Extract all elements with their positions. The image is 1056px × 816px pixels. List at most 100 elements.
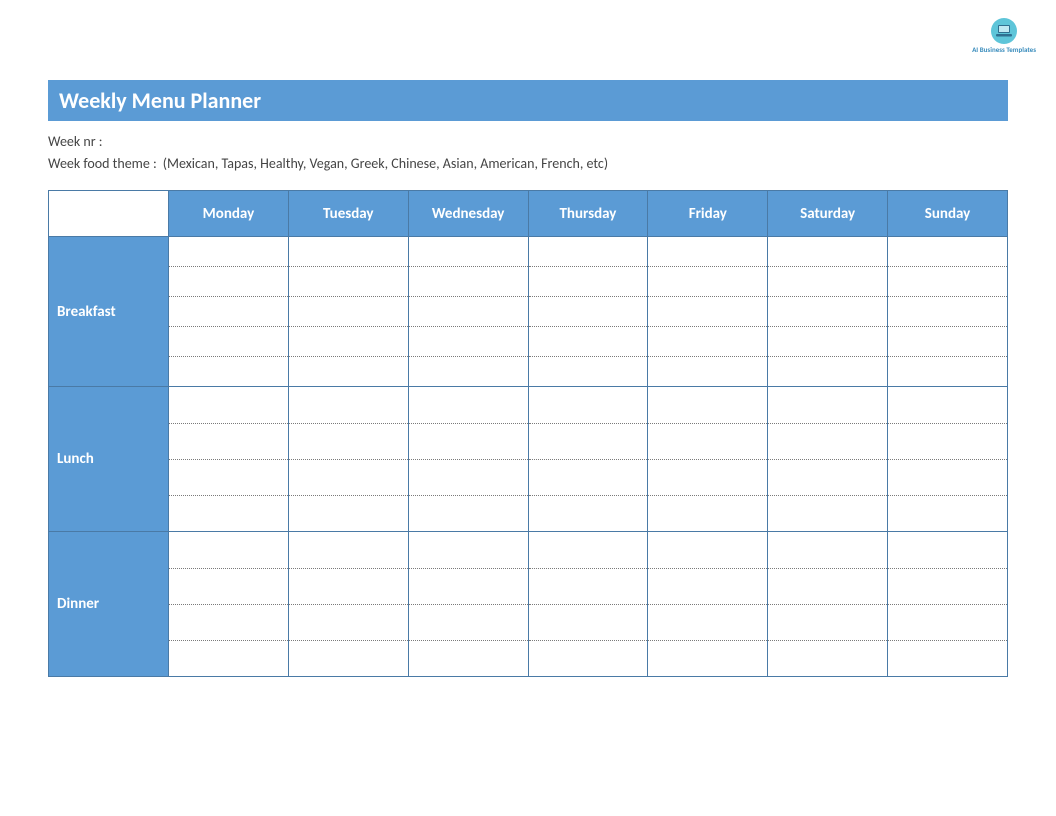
- cell-line[interactable]: [409, 532, 528, 568]
- cell-line[interactable]: [888, 424, 1007, 460]
- cell-line[interactable]: [409, 297, 528, 327]
- cell-line[interactable]: [888, 532, 1007, 568]
- cell-line[interactable]: [529, 569, 648, 605]
- cell-line[interactable]: [888, 357, 1007, 386]
- cell-line[interactable]: [888, 569, 1007, 605]
- cell-line[interactable]: [169, 424, 288, 460]
- cell-line[interactable]: [768, 327, 887, 357]
- cell-lunch-sunday[interactable]: [888, 387, 1008, 532]
- cell-line[interactable]: [768, 569, 887, 605]
- cell-dinner-tuesday[interactable]: [288, 532, 408, 677]
- cell-line[interactable]: [888, 297, 1007, 327]
- cell-line[interactable]: [768, 387, 887, 423]
- cell-line[interactable]: [648, 532, 767, 568]
- cell-line[interactable]: [648, 641, 767, 676]
- cell-line[interactable]: [289, 605, 408, 641]
- cell-dinner-saturday[interactable]: [768, 532, 888, 677]
- cell-line[interactable]: [648, 267, 767, 297]
- cell-line[interactable]: [289, 387, 408, 423]
- cell-line[interactable]: [289, 532, 408, 568]
- cell-line[interactable]: [768, 460, 887, 496]
- cell-line[interactable]: [888, 641, 1007, 676]
- cell-line[interactable]: [648, 297, 767, 327]
- cell-line[interactable]: [289, 297, 408, 327]
- cell-line[interactable]: [648, 496, 767, 531]
- cell-line[interactable]: [409, 357, 528, 386]
- cell-line[interactable]: [768, 424, 887, 460]
- cell-lunch-thursday[interactable]: [528, 387, 648, 532]
- cell-line[interactable]: [648, 237, 767, 267]
- cell-dinner-monday[interactable]: [169, 532, 289, 677]
- cell-line[interactable]: [289, 460, 408, 496]
- cell-breakfast-wednesday[interactable]: [408, 237, 528, 387]
- cell-line[interactable]: [169, 569, 288, 605]
- cell-dinner-friday[interactable]: [648, 532, 768, 677]
- cell-line[interactable]: [169, 387, 288, 423]
- cell-line[interactable]: [888, 496, 1007, 531]
- cell-line[interactable]: [409, 327, 528, 357]
- cell-breakfast-thursday[interactable]: [528, 237, 648, 387]
- cell-line[interactable]: [529, 387, 648, 423]
- cell-line[interactable]: [888, 460, 1007, 496]
- cell-line[interactable]: [768, 357, 887, 386]
- cell-lunch-saturday[interactable]: [768, 387, 888, 532]
- cell-line[interactable]: [529, 237, 648, 267]
- cell-line[interactable]: [409, 641, 528, 676]
- cell-line[interactable]: [768, 496, 887, 531]
- cell-breakfast-saturday[interactable]: [768, 237, 888, 387]
- cell-line[interactable]: [529, 327, 648, 357]
- cell-lunch-friday[interactable]: [648, 387, 768, 532]
- cell-breakfast-monday[interactable]: [169, 237, 289, 387]
- cell-line[interactable]: [169, 460, 288, 496]
- cell-line[interactable]: [529, 641, 648, 676]
- cell-line[interactable]: [888, 267, 1007, 297]
- cell-line[interactable]: [409, 267, 528, 297]
- cell-line[interactable]: [409, 569, 528, 605]
- cell-line[interactable]: [529, 267, 648, 297]
- cell-line[interactable]: [289, 569, 408, 605]
- cell-breakfast-sunday[interactable]: [888, 237, 1008, 387]
- cell-line[interactable]: [648, 605, 767, 641]
- cell-line[interactable]: [289, 357, 408, 386]
- cell-line[interactable]: [888, 605, 1007, 641]
- cell-line[interactable]: [169, 327, 288, 357]
- cell-line[interactable]: [529, 297, 648, 327]
- cell-line[interactable]: [529, 496, 648, 531]
- cell-line[interactable]: [409, 387, 528, 423]
- cell-lunch-tuesday[interactable]: [288, 387, 408, 532]
- cell-line[interactable]: [888, 237, 1007, 267]
- cell-line[interactable]: [289, 641, 408, 676]
- cell-line[interactable]: [169, 237, 288, 267]
- cell-line[interactable]: [529, 460, 648, 496]
- cell-line[interactable]: [768, 605, 887, 641]
- cell-lunch-monday[interactable]: [169, 387, 289, 532]
- cell-line[interactable]: [409, 237, 528, 267]
- cell-line[interactable]: [409, 424, 528, 460]
- cell-line[interactable]: [169, 267, 288, 297]
- cell-line[interactable]: [169, 357, 288, 386]
- cell-line[interactable]: [648, 357, 767, 386]
- food-theme-value[interactable]: (Mexican, Tapas, Healthy, Vegan, Greek, …: [163, 153, 608, 175]
- cell-line[interactable]: [409, 460, 528, 496]
- cell-breakfast-tuesday[interactable]: [288, 237, 408, 387]
- cell-line[interactable]: [169, 605, 288, 641]
- cell-line[interactable]: [888, 387, 1007, 423]
- cell-lunch-wednesday[interactable]: [408, 387, 528, 532]
- cell-line[interactable]: [648, 569, 767, 605]
- cell-line[interactable]: [289, 496, 408, 531]
- cell-line[interactable]: [529, 357, 648, 386]
- cell-line[interactable]: [169, 641, 288, 676]
- cell-line[interactable]: [289, 327, 408, 357]
- cell-line[interactable]: [169, 532, 288, 568]
- cell-line[interactable]: [768, 237, 887, 267]
- cell-line[interactable]: [529, 532, 648, 568]
- cell-line[interactable]: [648, 327, 767, 357]
- cell-breakfast-friday[interactable]: [648, 237, 768, 387]
- cell-dinner-sunday[interactable]: [888, 532, 1008, 677]
- cell-dinner-wednesday[interactable]: [408, 532, 528, 677]
- cell-line[interactable]: [768, 267, 887, 297]
- cell-line[interactable]: [648, 387, 767, 423]
- cell-line[interactable]: [648, 460, 767, 496]
- cell-line[interactable]: [169, 297, 288, 327]
- cell-line[interactable]: [409, 605, 528, 641]
